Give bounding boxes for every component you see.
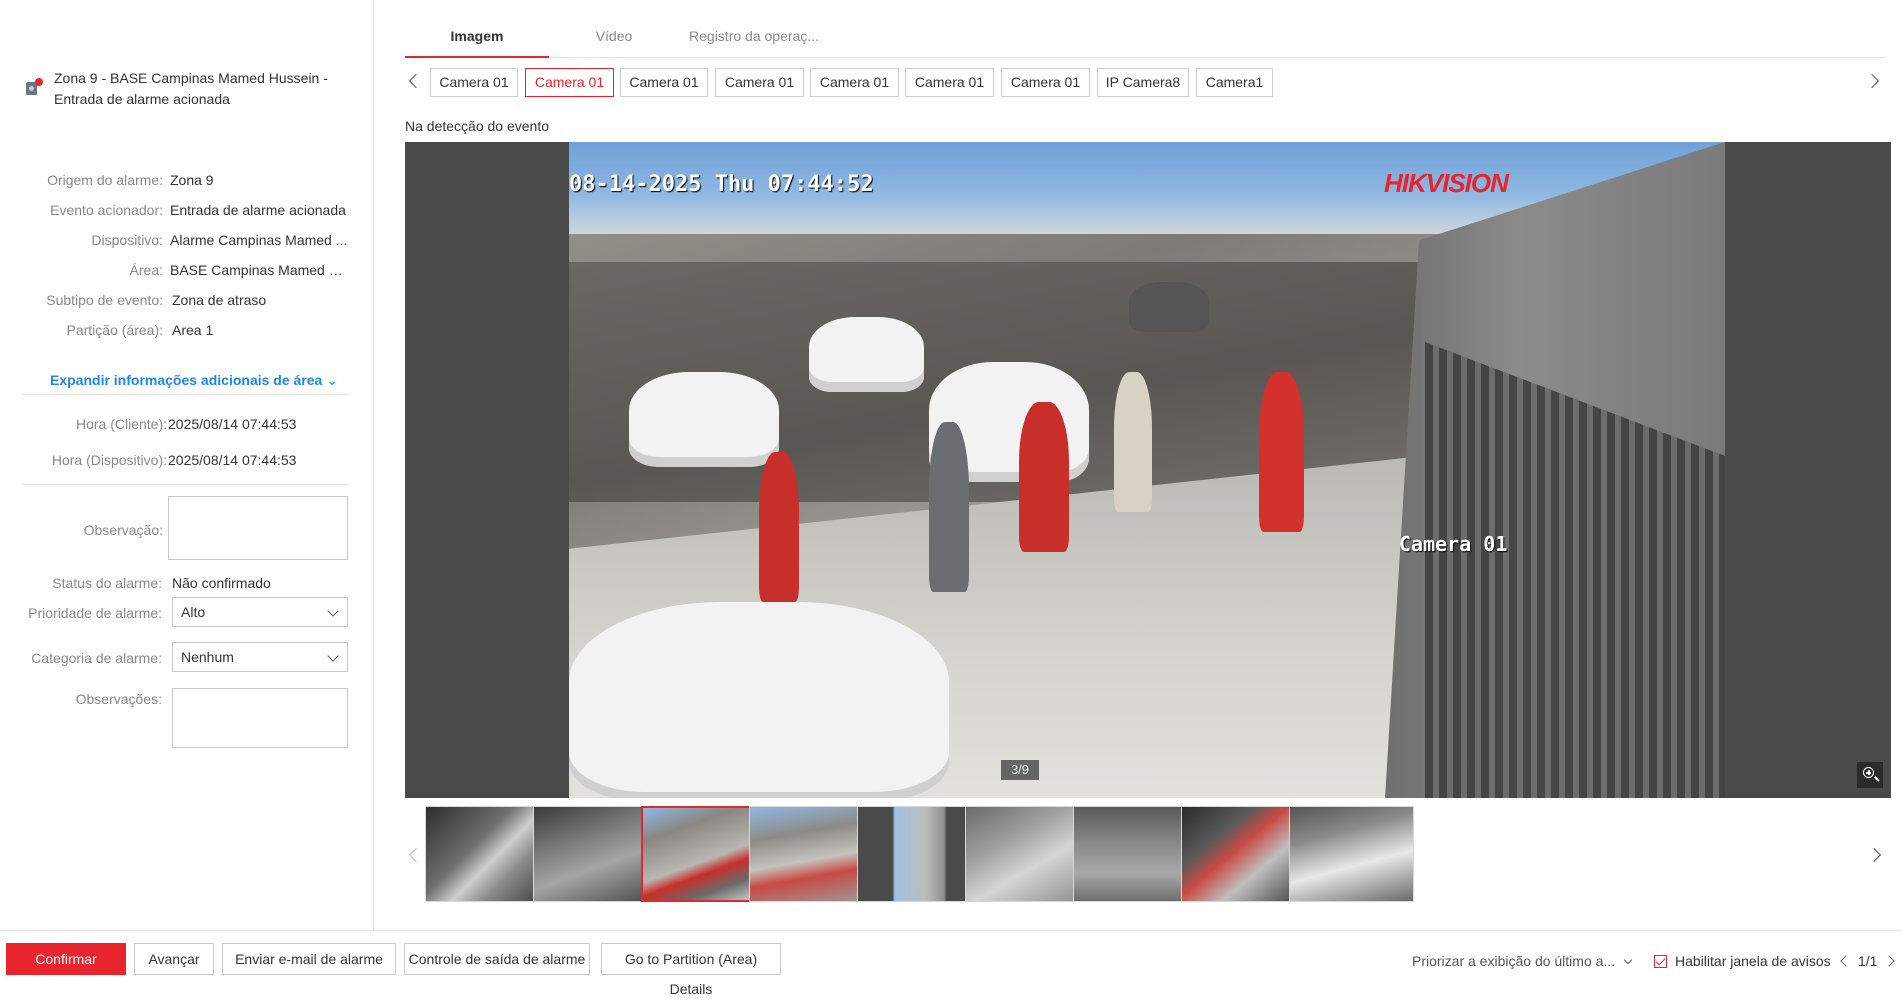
chevron-down-icon <box>327 650 339 662</box>
alarm-category-select[interactable]: Nenhum <box>172 642 348 672</box>
camera-button[interactable]: Camera 01 <box>715 68 804 97</box>
osd-timestamp: 08-14-2025 Thu 07:44:52 <box>569 172 874 197</box>
thumbnail[interactable] <box>1181 806 1306 902</box>
thumbnail-strip <box>405 806 1891 902</box>
alarm-device-icon <box>24 78 43 96</box>
hikvision-logo: HIKVISION <box>1384 168 1509 198</box>
alarm-title: Zona 9 - BASE Campinas Mamed Hussein - E… <box>54 70 328 107</box>
camera-selector: Camera 01 Camera 01 Camera 01 Camera 01 … <box>405 66 1885 97</box>
observacao-label: Observação: <box>83 522 163 538</box>
time-client: Hora (Cliente): 2025/08/14 07:44:53 <box>75 416 297 432</box>
camera-button[interactable]: Camera 01 <box>810 68 899 97</box>
alarm-category-label: Categoria de alarme: <box>31 650 162 666</box>
pager: 1/1 <box>1840 951 1896 971</box>
chevron-left-icon[interactable] <box>1840 955 1852 967</box>
camera-button[interactable]: IP Camera8 <box>1097 68 1189 97</box>
confirm-button[interactable]: Confirmar <box>6 943 126 975</box>
zoom-in-button[interactable] <box>1857 762 1883 788</box>
chevron-right-icon[interactable] <box>1883 955 1896 967</box>
image-counter: 3/9 <box>1001 760 1039 780</box>
camera-button-selected[interactable]: Camera 01 <box>525 68 614 97</box>
detail-device: Dispositivo: Alarme Campinas Mamed ... <box>91 232 348 248</box>
detail-event-subtype: Subtipo de evento: Zona de atraso <box>46 292 267 308</box>
double-chevron-down-icon: ⌄ <box>326 372 339 388</box>
thumbnail[interactable] <box>425 806 550 902</box>
thumbnail[interactable] <box>857 806 982 902</box>
thumbnail-selected[interactable] <box>641 806 766 902</box>
display-priority-select[interactable]: Priorizar a exibição do último a... <box>1412 951 1633 971</box>
zoom-in-icon <box>1863 767 1874 778</box>
alarm-output-control-button[interactable]: Controle de saída de alarme <box>404 943 590 975</box>
divider <box>22 394 348 395</box>
send-alarm-email-button[interactable]: Enviar e-mail de alarme <box>222 943 396 975</box>
camera-button[interactable]: Camera 01 <box>620 68 708 97</box>
detail-alarm-source: Origem do alarme: Zona 9 <box>47 172 214 188</box>
observacoes-label: Observações: <box>75 691 162 707</box>
tab-image[interactable]: Imagem <box>405 20 549 58</box>
alarm-status-label: Status do alarme: <box>52 575 162 591</box>
thumbnail[interactable] <box>533 806 658 902</box>
media-tabs: Imagem Vídeo Registro da operaç... <box>405 20 1885 58</box>
expand-area-info-link[interactable]: Expandir informações adicionais de área ⌄ <box>50 370 338 390</box>
thumbnail[interactable] <box>965 806 1090 902</box>
camera-button[interactable]: Camera 01 <box>1001 68 1090 97</box>
camera-button[interactable]: Camera1 <box>1196 68 1273 97</box>
divider <box>22 484 348 485</box>
alarm-details-panel: Zona 9 - BASE Campinas Mamed Hussein - E… <box>0 0 374 930</box>
media-panel: Imagem Vídeo Registro da operaç... Camer… <box>375 0 1902 930</box>
camera-snapshot: 08-14-2025 Thu 07:44:52 Camera 01 HIKVIS… <box>569 142 1725 798</box>
detection-label: Na detecção do evento <box>405 118 549 134</box>
checkbox-checked-icon <box>1654 955 1667 968</box>
tab-operation-log[interactable]: Registro da operaç... <box>679 20 829 58</box>
chevron-right-icon[interactable] <box>1867 840 1887 870</box>
thumbnail[interactable] <box>749 806 874 902</box>
observacoes-textarea[interactable] <box>172 688 348 748</box>
time-device: Hora (Dispositivo): 2025/08/14 07:44:53 <box>51 452 297 468</box>
chevron-left-icon[interactable] <box>405 840 425 870</box>
chevron-down-icon <box>327 605 339 617</box>
detail-trigger-event: Evento acionador: Entrada de alarme acio… <box>50 202 346 218</box>
chevron-down-icon <box>1623 955 1633 965</box>
image-viewer[interactable]: 08-14-2025 Thu 07:44:52 Camera 01 HIKVIS… <box>405 142 1891 798</box>
detail-partition: Partição (área): Area 1 <box>66 322 214 338</box>
thumbnail[interactable] <box>1073 806 1198 902</box>
detail-area: Área: BASE Campinas Mamed H... <box>129 262 350 278</box>
thumbnail[interactable] <box>1289 806 1414 902</box>
alarm-priority-select[interactable]: Alto <box>172 597 348 627</box>
camera-button[interactable]: Camera 01 <box>905 68 994 97</box>
camera-button[interactable]: Camera 01 <box>430 68 518 97</box>
observacao-textarea[interactable] <box>168 496 348 560</box>
page-indicator: 1/1 <box>1858 953 1878 969</box>
osd-camera-name: Camera 01 <box>1399 532 1508 556</box>
chevron-left-icon[interactable] <box>405 66 425 96</box>
alarm-header: Zona 9 - BASE Campinas Mamed Hussein - E… <box>24 68 354 110</box>
alarm-priority-label: Prioridade de alarme: <box>28 605 162 621</box>
enable-popup-checkbox[interactable]: Habilitar janela de avisos <box>1654 951 1831 971</box>
tab-video[interactable]: Vídeo <box>559 20 669 58</box>
next-button[interactable]: Avançar <box>134 943 214 975</box>
alarm-status-value: Não confirmado <box>172 575 271 591</box>
partition-details-button[interactable]: Go to Partition (Area) Details <box>601 943 781 997</box>
action-bar: Confirmar Avançar Enviar e-mail de alarm… <box>0 930 1902 997</box>
chevron-right-icon[interactable] <box>1865 66 1885 96</box>
